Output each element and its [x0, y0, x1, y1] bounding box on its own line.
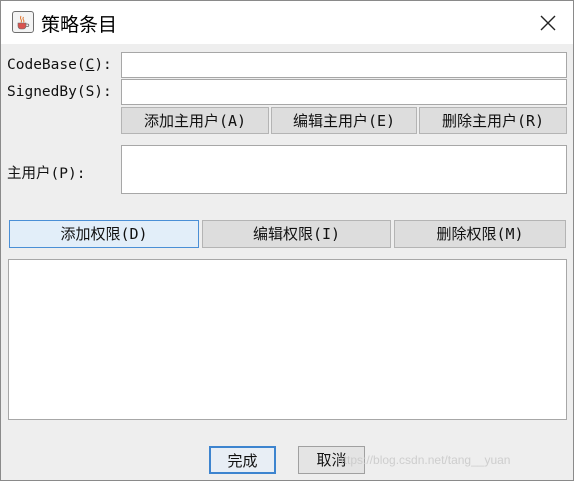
java-cup-icon: [12, 11, 34, 33]
done-label: 完成: [227, 452, 258, 470]
codebase-label-suffix: ):: [94, 57, 112, 73]
add-permission-label: 添加权限(D): [60, 225, 148, 243]
edit-principal-label: 编辑主用户(E): [292, 112, 396, 130]
signedby-input[interactable]: [121, 79, 567, 105]
signedby-label: SignedBy(S):: [7, 84, 112, 100]
edit-permission-button[interactable]: 编辑权限(I): [202, 220, 391, 248]
codebase-label-mnemonic: C: [85, 57, 95, 73]
done-button[interactable]: 完成: [209, 446, 276, 474]
codebase-label-prefix: CodeBase(: [7, 57, 86, 73]
codebase-input[interactable]: [121, 52, 567, 78]
watermark-text: https://blog.csdn.net/tang__yuan: [337, 453, 511, 467]
title-bar: 策略条目: [1, 1, 573, 44]
add-principal-label: 添加主用户(A): [143, 112, 247, 130]
window-title: 策略条目: [41, 14, 118, 36]
remove-permission-label: 删除权限(M): [436, 225, 524, 243]
permissions-list[interactable]: [8, 259, 567, 420]
remove-principal-button[interactable]: 删除主用户(R): [419, 107, 567, 134]
close-icon: [540, 15, 556, 31]
close-button[interactable]: [531, 7, 565, 39]
add-permission-button[interactable]: 添加权限(D): [9, 220, 199, 248]
codebase-label: CodeBase(C):: [7, 57, 112, 73]
edit-permission-label: 编辑权限(I): [252, 225, 341, 243]
remove-principal-label: 删除主用户(R): [441, 112, 545, 130]
add-principal-button[interactable]: 添加主用户(A): [121, 107, 269, 134]
policy-entry-dialog: 策略条目 CodeBase(C): SignedBy(S): 添加主用户(A) …: [0, 0, 574, 481]
principals-list[interactable]: [121, 145, 567, 194]
principal-label: 主用户(P):: [7, 166, 86, 182]
remove-permission-button[interactable]: 删除权限(M): [394, 220, 566, 248]
edit-principal-button[interactable]: 编辑主用户(E): [271, 107, 417, 134]
